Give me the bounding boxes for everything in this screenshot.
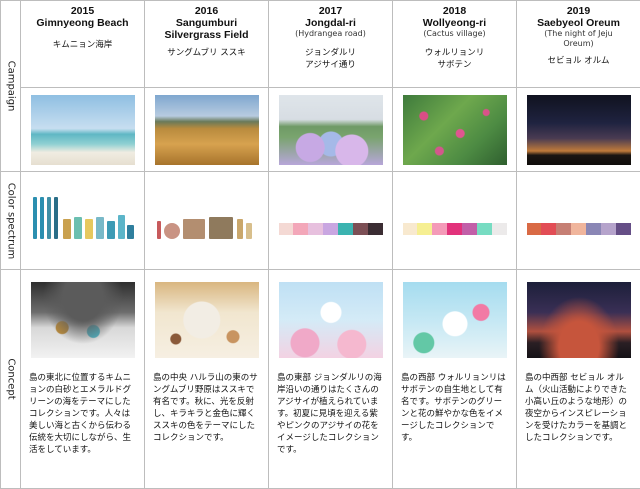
- swatch: [338, 223, 353, 235]
- concept-label: Concept: [5, 358, 16, 399]
- japanese-name-2018-b: サボテン: [393, 59, 516, 71]
- concept-cell-2018: 島の西部 ウォルリョンリはサボテンの自生地として有名です。サボテンのグリーンと花…: [393, 270, 517, 489]
- description-2019: 島の中西部 セビョル オルム（火山活動によりできた小高い丘のような地形）の夜空か…: [517, 372, 640, 444]
- concept-image-2019: [527, 282, 631, 358]
- header-2016: 2016 Sangumburi Silvergrass Field サングムブリ…: [145, 1, 269, 88]
- swatch: [477, 223, 492, 235]
- campaign-photo-cell-2019: [517, 87, 640, 172]
- swatch: [462, 223, 477, 235]
- product-lineup-2016: [155, 195, 259, 239]
- japanese-name-2017-a: ジョンダルリ: [269, 47, 392, 59]
- header-2015: 2015 Gimnyeong Beach キムニョン海岸: [21, 1, 145, 88]
- place-name-2017: Jongdal-ri: [269, 17, 392, 29]
- year-2019: 2019: [517, 5, 640, 17]
- campaign-photo-cell-2015: [21, 87, 145, 172]
- color-cell-2017: [269, 172, 393, 270]
- swatch: [432, 223, 447, 235]
- description-2015: 島の東北に位置するキムニョンの白砂とエメラルドグリーンの海をテーマにしたコレクシ…: [21, 372, 144, 456]
- color-swatches-2017: [279, 223, 383, 235]
- color-swatches-2019: [527, 223, 631, 235]
- swatch: [368, 223, 383, 235]
- swatch: [556, 223, 571, 235]
- swatch: [492, 223, 507, 235]
- place-name-2015: Gimnyeong Beach: [21, 17, 144, 29]
- japanese-name-2015: キムニョン海岸: [21, 39, 144, 51]
- color-cell-2015: [21, 172, 145, 270]
- swatch: [541, 223, 556, 235]
- campaign-label: Campaign: [5, 61, 16, 112]
- japanese-name-2016: サングムブリ ススキ: [145, 47, 268, 59]
- swatch: [403, 223, 418, 235]
- swatch: [279, 223, 294, 235]
- color-swatches-2018: [403, 223, 507, 235]
- row-label-color: Color spectrum: [1, 172, 21, 270]
- header-2017: 2017 Jongdal-ri (Hydrangea road) ジョンダルリ …: [269, 1, 393, 88]
- swatch: [417, 223, 432, 235]
- campaign-photo-cell-2017: [269, 87, 393, 172]
- swatch: [308, 223, 323, 235]
- japanese-name-2017-b: アジサイ通り: [269, 59, 392, 71]
- color-cell-2019: [517, 172, 640, 270]
- campaign-photo-2017: [279, 95, 383, 165]
- concept-image-2017: [279, 282, 383, 358]
- concept-cell-2017: 島の東部 ジョンダルリの海岸沿いの通りはたくさんのアジサイが植えられています。初…: [269, 270, 393, 489]
- concept-cell-2015: 島の東北に位置するキムニョンの白砂とエメラルドグリーンの海をテーマにしたコレクシ…: [21, 270, 145, 489]
- color-cell-2018: [393, 172, 517, 270]
- campaign-photo-2018: [403, 95, 507, 165]
- concept-image-2015: [31, 282, 135, 358]
- campaign-photo-cell-2018: [393, 87, 517, 172]
- year-2015: 2015: [21, 5, 144, 17]
- color-cell-2016: [145, 172, 269, 270]
- swatch: [293, 223, 308, 235]
- swatch: [571, 223, 586, 235]
- swatch: [447, 223, 462, 235]
- campaign-photo-cell-2016: [145, 87, 269, 172]
- header-2019: 2019 Saebyeol Oreum (The night of Jeju O…: [517, 1, 640, 88]
- description-2016: 島の中央 ハルラ山の東のサングムブリ野原はススキで有名です。秋に、光を反射し、キ…: [145, 372, 268, 444]
- place-name-2019: Saebyeol Oreum: [517, 17, 640, 29]
- english-name-2018: (Cactus village): [393, 29, 516, 39]
- description-2018: 島の西部 ウォルリョンリはサボテンの自生地として有名です。サボテンのグリーンと花…: [393, 372, 516, 444]
- concept-image-2018: [403, 282, 507, 358]
- description-2017: 島の東部 ジョンダルリの海岸沿いの通りはたくさんのアジサイが植えられています。初…: [269, 372, 392, 456]
- year-2016: 2016: [145, 5, 268, 17]
- english-name-2019: (The night of Jeju Oreum): [517, 29, 640, 49]
- place-name-2018: Wollyeong-ri: [393, 17, 516, 29]
- swatch: [616, 223, 631, 235]
- row-label-campaign: Campaign: [1, 1, 21, 172]
- swatch: [586, 223, 601, 235]
- concept-image-2016: [155, 282, 259, 358]
- year-2017: 2017: [269, 5, 392, 17]
- campaign-photo-2015: [31, 95, 135, 165]
- year-2018: 2018: [393, 5, 516, 17]
- swatch: [601, 223, 616, 235]
- swatch: [353, 223, 368, 235]
- swatch: [323, 223, 338, 235]
- product-lineup-2015: [31, 195, 135, 239]
- row-label-concept: Concept: [1, 270, 21, 489]
- swatch: [527, 223, 542, 235]
- campaign-photo-2016: [155, 95, 259, 165]
- concept-cell-2019: 島の中西部 セビョル オルム（火山活動によりできた小高い丘のような地形）の夜空か…: [517, 270, 640, 489]
- japanese-name-2018-a: ウォルリョンリ: [393, 47, 516, 59]
- header-2018: 2018 Wollyeong-ri (Cactus village) ウォルリョ…: [393, 1, 517, 88]
- place-name-2016: Sangumburi Silvergrass Field: [145, 17, 268, 41]
- color-spectrum-label: Color spectrum: [5, 182, 16, 259]
- english-name-2017: (Hydrangea road): [269, 29, 392, 39]
- japanese-name-2019: セビョル オルム: [517, 55, 640, 67]
- campaign-photo-2019: [527, 95, 631, 165]
- concept-cell-2016: 島の中央 ハルラ山の東のサングムブリ野原はススキで有名です。秋に、光を反射し、キ…: [145, 270, 269, 489]
